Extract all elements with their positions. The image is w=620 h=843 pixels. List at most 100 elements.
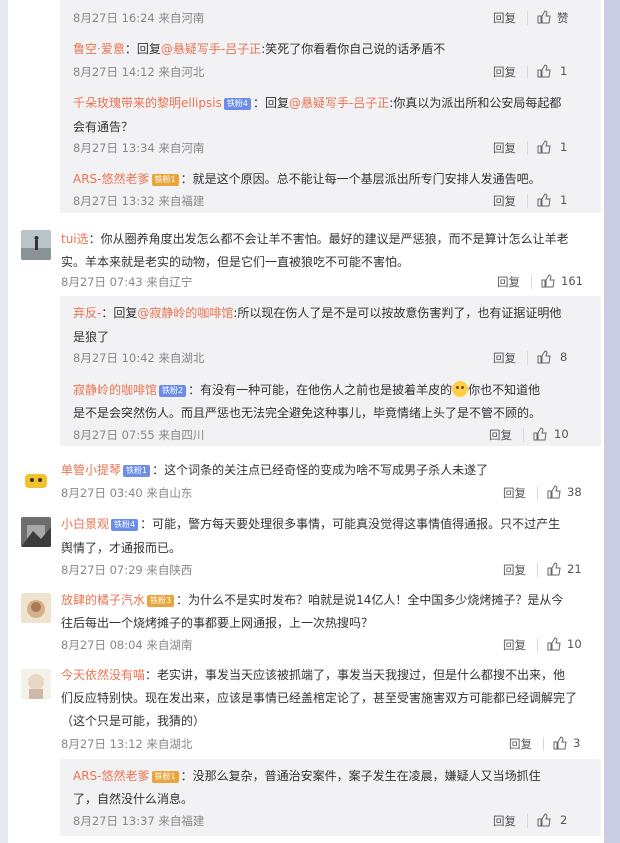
comment-text-line: 了，自然没什么消息。 — [73, 792, 194, 806]
comment-text-line: 是不是会突然伤人。而且严惩也无法完全避免这种事儿，毕竟情绪上头了是不管不顾的。 — [73, 406, 542, 420]
comment-text: ：就是这个原因。总不能让每一个基层派出所专门安排人发通告吧。 — [180, 172, 541, 186]
reply-button[interactable]: 回复 — [493, 193, 516, 209]
reply-button[interactable]: 回复 — [493, 813, 516, 829]
thumbs-up-icon[interactable] — [553, 736, 567, 750]
comment-meta: 8月27日 14:12 来自河北 — [73, 65, 205, 79]
comment-text: ：老实讲，事发当天应该被抓端了，事发当天我搜过，但是什么都搜不出来，他 — [145, 668, 566, 682]
comment-username[interactable]: 放肆的橘子汽水 — [61, 593, 145, 607]
thumbs-up-icon[interactable] — [537, 350, 551, 364]
comment-text-line: 实。羊本来就是老实的动物，但是它们一直被狼吃不可能不害怕。 — [61, 255, 410, 269]
divider — [537, 563, 538, 577]
divider — [531, 275, 532, 289]
reply-button[interactable]: 回复 — [489, 427, 512, 443]
reply-username[interactable]: ARS-悠然老爹 — [73, 769, 150, 783]
like-count: 38 — [567, 485, 582, 499]
comment-meta: 8月27日 13:34 来自河南 — [73, 141, 205, 155]
like-count: 161 — [561, 274, 583, 288]
reply-button[interactable]: 回复 — [497, 274, 520, 290]
avatar[interactable] — [21, 593, 51, 623]
like-count: 10 — [567, 637, 582, 651]
comment-text-line: 往后每出一个烧烤摊子的事都要上网通报，上一次热搜吗？ — [61, 616, 374, 630]
reply-comment: ARS-悠然老爹 铁粉1 ：就是这个原因。总不能让每一个基层派出所专门安排人发通告吧… — [73, 167, 593, 191]
avatar[interactable] — [21, 230, 51, 260]
reply-username[interactable]: ARS-悠然老爹 — [73, 172, 150, 186]
comment: 今天依然没有喵：老实讲，事发当天应该被抓端了，事发当天我搜过，但是什么都搜不出来… — [61, 663, 581, 687]
divider — [527, 351, 528, 365]
divider — [527, 194, 528, 208]
comment-text: ：回复@悬疑写手-吕子正:笑死了你看看你自己说的话矛盾不 — [124, 42, 446, 56]
thumbs-up-icon[interactable] — [537, 813, 551, 827]
comment-text: ：你从圈养角度出发怎么都不会让羊不害怕。最好的建议是严惩狼，而不是算计怎么让羊老 — [88, 232, 569, 246]
comment-text: ：这个词条的关注点已经奇怪的变成为啥不写成男子杀人未遂了 — [152, 463, 489, 477]
fan-badge: 铁粉4 — [223, 98, 251, 110]
fan-badge: 铁粉2 — [159, 385, 187, 397]
comment-text-line: 会有通告？ — [73, 120, 134, 134]
comment-username[interactable]: tui选 — [61, 232, 89, 246]
comment-username[interactable]: 小白景观 — [61, 517, 109, 531]
divider — [527, 141, 528, 155]
divider — [527, 11, 528, 25]
reply-button[interactable]: 回复 — [493, 140, 516, 156]
divider — [527, 65, 528, 79]
avatar[interactable] — [21, 517, 51, 547]
thumbs-up-icon[interactable] — [541, 274, 555, 288]
comment-username[interactable]: 单管小提琴 — [61, 463, 121, 477]
like-count: 1 — [560, 64, 568, 78]
comment-text: ：没那么复杂，普通治安案件，案子发生在凌晨，嫌疑人又当场抓住 — [180, 769, 541, 783]
emoji-icon — [452, 381, 469, 397]
thumbs-up-icon[interactable] — [547, 485, 561, 499]
like-count: 1 — [560, 193, 568, 207]
thumbs-up-icon[interactable] — [547, 637, 561, 651]
thumbs-up-icon[interactable] — [537, 10, 551, 24]
reply-button[interactable]: 回复 — [493, 350, 516, 366]
avatar[interactable] — [21, 669, 51, 699]
thumbs-up-icon[interactable] — [547, 562, 561, 576]
like-count: 2 — [560, 813, 568, 827]
like-count: 21 — [567, 562, 582, 576]
reply-button[interactable]: 回复 — [503, 637, 526, 653]
thumbs-up-icon[interactable] — [537, 140, 551, 154]
comment-meta: 8月27日 07:29 来自陕西 — [61, 563, 193, 577]
fan-badge: 铁粉4 — [111, 519, 139, 531]
reply-username[interactable]: 鲁空·爱意 — [73, 42, 125, 56]
reply-button[interactable]: 回复 — [503, 562, 526, 578]
reply-username[interactable]: 寂静岭的咖啡馆 — [73, 383, 157, 397]
reply-username[interactable]: 弃反- — [73, 306, 101, 320]
comment-text-line: 是狼了 — [73, 330, 110, 344]
reply-button[interactable]: 回复 — [493, 64, 516, 80]
comment-text: ：有没有一种可能，在他伤人之前也是披着羊皮的 — [188, 383, 453, 397]
comment-meta: 8月27日 07:55 来自四川 — [73, 428, 205, 442]
scrollbar-track[interactable] — [604, 0, 620, 843]
comment: tui选：你从圈养角度出发怎么都不会让羊不害怕。最好的建议是严惩狼，而不是算计怎… — [61, 227, 581, 251]
reply-button[interactable]: 回复 — [493, 10, 516, 26]
reply-button[interactable]: 回复 — [503, 485, 526, 501]
like-count: 10 — [554, 427, 569, 441]
divider — [543, 737, 544, 751]
reply-username[interactable]: 千朵玫瑰带来的黎明ellipsis — [73, 96, 222, 110]
comment-meta: 8月27日 10:42 来自湖北 — [73, 351, 205, 365]
reply-button[interactable]: 回复 — [509, 736, 532, 752]
comment-text-line: 们反应特别快。现在发出来，应该是事情已经盖棺定论了，甚至受害施害双方可能都已经调… — [61, 691, 578, 705]
comment-meta: 8月27日 13:37 来自福建 — [73, 814, 205, 828]
comment-username[interactable]: 今天依然没有喵 — [61, 668, 145, 682]
comment-text: ：回复@寂静岭的咖啡馆:所以现在伤人了是不是可以按故意伤害判了，也有证据证明他 — [101, 306, 562, 320]
comment-text: ：回复@悬疑写手-吕子正:你真以为派出所和公安局每起都 — [252, 96, 562, 110]
fan-badge: 铁粉1 — [123, 465, 151, 477]
comment: 小白景观 铁粉4 ：可能，警方每天要处理很多事情，可能真没觉得这事情值得通报。只不过… — [61, 512, 581, 536]
reply-comment: ARS-悠然老爹 铁粉1 ：没那么复杂，普通治安案件，案子发生在凌晨，嫌疑人又当场抓… — [73, 764, 593, 788]
divider — [537, 486, 538, 500]
avatar[interactable] — [21, 465, 51, 495]
comment-meta: 8月27日 13:32 来自福建 — [73, 194, 205, 208]
thumbs-up-icon[interactable] — [537, 193, 551, 207]
comment-meta: 8月27日 16:24 来自河南 — [73, 11, 205, 25]
divider — [537, 638, 538, 652]
comment-meta: 8月27日 13:12 来自湖北 — [61, 737, 193, 751]
comment-text-line: 舆情了，才通报而已。 — [61, 541, 182, 555]
reply-comment: 千朵玫瑰带来的黎明ellipsis 铁粉4 ：回复@悬疑写手-吕子正:你真以为派出所… — [73, 91, 593, 115]
comment: 放肆的橘子汽水 铁粉3 ：为什么不是实时发布？咱就是说14亿人！全中国多少烧烤摊子？… — [61, 588, 581, 612]
thumbs-up-icon[interactable] — [537, 64, 551, 78]
like-count: 3 — [573, 736, 581, 750]
thumbs-up-icon[interactable] — [533, 427, 547, 441]
page: 8月27日 16:24 来自河南 回复 赞 鲁空·爱意：回复@悬疑写手-吕子正:… — [0, 0, 620, 843]
fan-badge: 铁粉1 — [151, 174, 179, 186]
